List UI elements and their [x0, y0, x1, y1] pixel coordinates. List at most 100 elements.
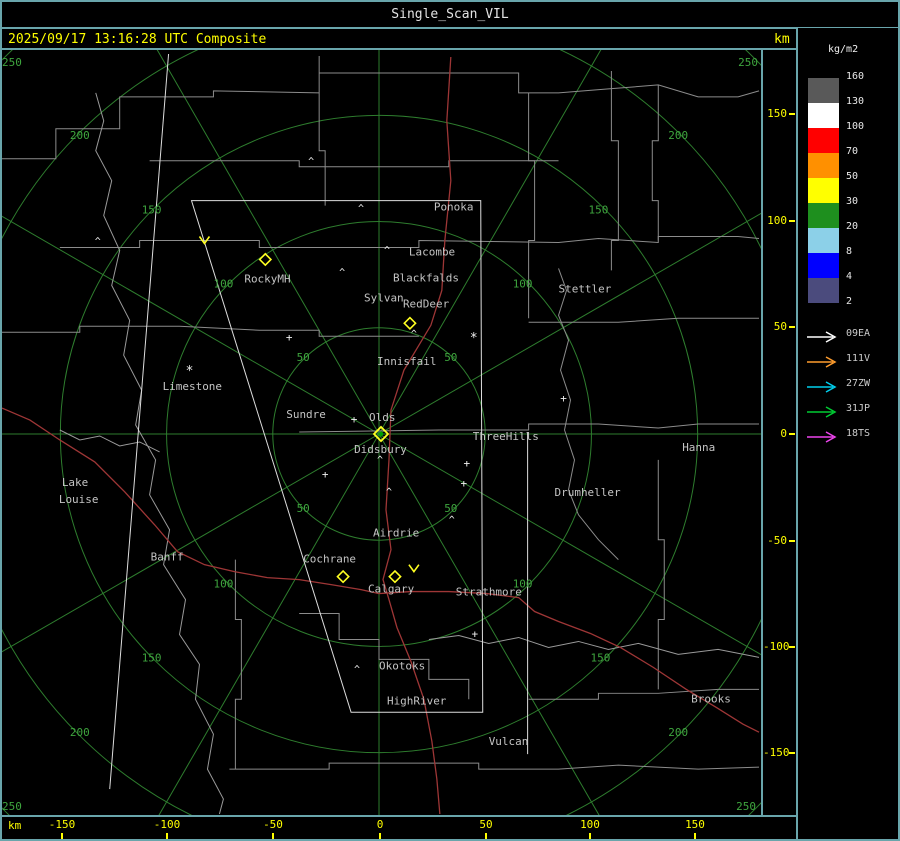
town-marker: + [351, 413, 358, 426]
scale-color-swatch [808, 103, 839, 128]
town-marker: + [322, 468, 329, 481]
bottom-axis-label: -50 [263, 818, 283, 831]
city-label: Lacombe [409, 245, 455, 258]
radar-map[interactable]: 50 50 50 50 100 100 100 100 150 150 150 150 200 200 20… [2, 50, 761, 815]
county-boundary [2, 325, 419, 337]
city-label: RockyMH [244, 272, 290, 285]
ring-distance-label: 50 [297, 502, 310, 515]
storm-cell-marker [336, 569, 350, 584]
town-marker: * [186, 364, 194, 379]
scale-color-swatch [808, 178, 839, 203]
scale-color-swatch [808, 78, 839, 103]
ring-distance-label: 200 [668, 726, 688, 739]
town-marker: + [460, 477, 467, 490]
town-marker: + [560, 392, 567, 405]
bottom-axis: km -150 -100 -50 0 50 100 150 [2, 817, 798, 839]
ring-distance-label: 250 [736, 800, 756, 813]
scale-value-label: 130 [846, 96, 865, 107]
right-axis-tick [789, 433, 795, 435]
storm-cell-marker [388, 569, 402, 584]
city-label: Sundre [286, 408, 326, 421]
bottom-axis-tick [485, 833, 487, 839]
bottom-axis-tick [272, 833, 274, 839]
station-id: 31JP [846, 403, 871, 414]
ring-distance-label: 150 [142, 651, 162, 664]
station-arrow-icon [807, 381, 837, 393]
page-title: Single_Scan_VIL [391, 7, 509, 22]
town-marker: + [471, 627, 478, 640]
city-label: Drumheller [555, 486, 621, 499]
station-id: 111V [846, 353, 871, 364]
right-axis-tick [789, 326, 795, 328]
station-arrow-icon [807, 356, 837, 368]
station-id: 27ZW [846, 378, 871, 389]
scale-unit-label: kg/m2 [828, 44, 859, 55]
town-marker: ^ [339, 267, 345, 278]
scale-value-label: 50 [846, 171, 859, 182]
city-label: Sylvan [364, 291, 404, 304]
ring-distance-label: 100 [513, 277, 533, 290]
ring-distance-label: 250 [2, 800, 22, 813]
town-marker: ^ [358, 204, 364, 215]
scale-value-label: 70 [846, 146, 859, 157]
bottom-axis-tick [694, 833, 696, 839]
station-legend-row: 18TS [806, 428, 898, 443]
station-arrow-icon [807, 406, 837, 418]
scan-timestamp: 2025/09/17 13:16:28 UTC Composite [8, 32, 267, 47]
city-label: Olds [369, 411, 395, 424]
right-axis-unit: km [774, 32, 790, 47]
scale-value-label: 4 [846, 271, 853, 282]
legend-panel: kg/m2 160 130 100 70 50 30 20 8 4 2 09EA 111V 27ZW 3… [798, 28, 900, 839]
scale-color-swatch [808, 278, 839, 303]
bottom-axis-label: 0 [376, 818, 384, 831]
town-marker: ^ [95, 236, 101, 247]
city-label: Louise [59, 493, 99, 506]
station-legend-row: 09EA [806, 328, 898, 343]
bottom-axis-tick [379, 833, 381, 839]
town-marker: ^ [308, 157, 314, 168]
town-marker: ^ [354, 664, 360, 675]
scale-value-label: 160 [846, 71, 865, 82]
right-axis-tick [789, 752, 795, 754]
right-axis-tick [789, 113, 795, 115]
right-axis-label: 150 [767, 107, 787, 120]
station-legend-row: 31JP [806, 403, 898, 418]
county-boundary [319, 72, 760, 98]
city-label: Innisfail [377, 355, 436, 368]
bottom-axis-tick [61, 833, 63, 839]
ring-distance-label: 150 [142, 204, 162, 217]
ring-distance-label: 200 [668, 129, 688, 142]
scale-color-swatch [808, 203, 839, 228]
scale-value-label: 30 [846, 196, 859, 207]
ring-distance-label: 50 [444, 502, 457, 515]
county-boundary [610, 70, 619, 271]
city-label: Vulcan [489, 735, 529, 748]
county-boundary [651, 84, 659, 241]
ring-distance-label: 150 [591, 651, 611, 664]
right-axis-tick [789, 646, 795, 648]
city-label: Brooks [691, 692, 731, 705]
city-label: Banff [151, 551, 184, 564]
bottom-axis-label: 100 [580, 818, 600, 831]
title-bar: Single_Scan_VIL [2, 2, 898, 29]
bottom-axis-label: -150 [48, 818, 76, 831]
bottom-axis-unit: km [8, 819, 22, 832]
ring-distance-label: 200 [70, 726, 90, 739]
town-marker: ^ [386, 487, 392, 498]
right-axis-label: -100 [763, 640, 790, 653]
bottom-axis-label: -100 [153, 818, 181, 831]
storm-motion-vector [408, 564, 420, 574]
town-marker: ^ [377, 455, 383, 466]
map-canvas[interactable]: 50 5050 50100 100100 100150 150150 150200 20020… [2, 50, 761, 815]
bottom-axis-label: 50 [479, 818, 493, 831]
station-id: 09EA [846, 328, 871, 339]
city-label: Airdrie [373, 527, 419, 540]
scale-color-swatch [808, 228, 839, 253]
station-arrow-icon [807, 331, 837, 343]
station-legend-row: 27ZW [806, 378, 898, 393]
bottom-axis-tick [589, 833, 591, 839]
city-label: Blackfalds [393, 271, 459, 284]
town-marker: ^ [449, 515, 455, 526]
right-axis-label: 50 [773, 320, 787, 333]
ring-distance-label: 50 [444, 351, 457, 364]
